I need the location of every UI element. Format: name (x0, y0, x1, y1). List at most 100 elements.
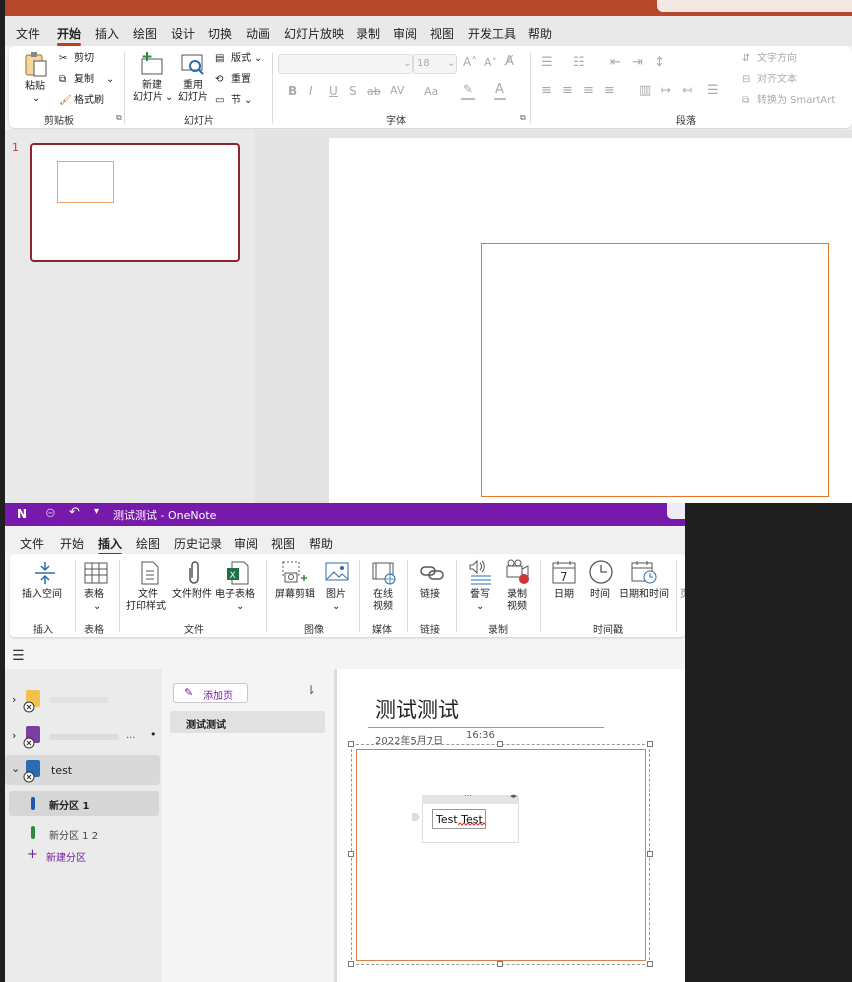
format-painter-button[interactable]: 格式刷 (74, 94, 104, 107)
chevron-down-icon[interactable]: ⌄ (106, 73, 114, 86)
shrink-font-icon[interactable]: A˅ (484, 56, 497, 69)
numbering-icon[interactable]: ☷ (573, 56, 585, 69)
section-item-active[interactable]: 新分区 1 (9, 791, 159, 816)
columns-icon[interactable]: ▥ (639, 84, 651, 97)
tab-file[interactable]: 文件 (16, 25, 40, 42)
section-item[interactable]: 新分区 1 2 (5, 822, 160, 844)
format-painter-icon[interactable]: 🖌 (59, 94, 72, 107)
dialog-launcher-icon[interactable]: ⧉ (520, 111, 526, 124)
notebook-item[interactable]: › (5, 685, 160, 715)
tab-home[interactable]: 开始 (60, 535, 84, 552)
online-video-label-2[interactable]: 视频 (373, 600, 393, 613)
insert-space-button[interactable]: 插入空间 (22, 588, 62, 601)
reset-button[interactable]: 重置 (231, 73, 251, 86)
chevron-down-icon[interactable]: ⌄ (32, 92, 40, 105)
hamburger-menu-icon[interactable]: ☰ (12, 648, 25, 664)
screen-clipping-button[interactable]: 屏幕剪辑 (275, 588, 315, 601)
chevron-down-icon[interactable]: ⌄ (93, 600, 101, 613)
align-right-icon[interactable]: ≡ (583, 84, 594, 97)
chevron-down-icon[interactable]: ⌄ (447, 57, 455, 70)
tab-insert[interactable]: 插入 (98, 535, 123, 556)
file-printout-label-2[interactable]: 打印样式 (126, 600, 166, 613)
cut-button[interactable]: 剪切 (74, 52, 94, 65)
note-container-handle[interactable]: ⋯ ◂▸ (422, 791, 519, 804)
smartart-icon[interactable]: ⧉ (742, 94, 749, 107)
slide-placeholder-shape[interactable] (481, 243, 829, 497)
align-center-icon[interactable]: ≡ (562, 84, 573, 97)
date-button[interactable]: 日期 (554, 588, 574, 601)
embedded-image[interactable] (356, 749, 646, 961)
char-spacing-button[interactable]: AV (390, 84, 404, 97)
excel-icon[interactable]: X (226, 560, 250, 586)
chevron-down-icon[interactable]: ⌄ (254, 52, 262, 65)
reuse-slides-icon[interactable] (180, 51, 206, 77)
tab-review[interactable]: 审阅 (234, 535, 258, 552)
tab-home[interactable]: 开始 (57, 25, 82, 46)
ltr-icon[interactable]: ↦ (661, 84, 671, 97)
chevron-down-icon[interactable]: ⌄ (165, 91, 173, 104)
rtl-icon[interactable]: ↤ (682, 84, 692, 97)
dictate-icon[interactable] (467, 558, 495, 586)
resize-handle[interactable] (647, 851, 653, 857)
scissors-icon[interactable]: ✂ (59, 52, 67, 65)
online-video-icon[interactable] (371, 560, 397, 586)
copy-button[interactable]: 复制 (74, 73, 94, 86)
section-button[interactable]: 节 (231, 94, 241, 107)
decrease-indent-icon[interactable]: ⇤ (610, 56, 621, 69)
font-name-dropdown[interactable] (278, 54, 413, 74)
chevron-down-icon[interactable]: ⌄ (11, 762, 20, 775)
font-color-button[interactable]: A (495, 83, 504, 96)
text-direction-button[interactable]: 文字方向 (757, 52, 797, 65)
highlight-pen-icon[interactable]: ✎ (463, 83, 473, 96)
resize-arrows-icon[interactable]: ◂▸ (510, 792, 517, 800)
chevron-down-icon[interactable]: ⌄ (244, 94, 252, 107)
tab-help[interactable]: 帮助 (528, 25, 552, 42)
new-slide-label-2[interactable]: 幻灯片 (133, 91, 163, 104)
notebook-item[interactable]: › ... • (5, 721, 160, 751)
chevron-down-icon[interactable]: ⌄ (403, 57, 411, 70)
reset-icon[interactable]: ⟲ (215, 73, 223, 86)
clock-icon[interactable] (588, 559, 614, 585)
notebook-item-test[interactable]: ⌄ test (5, 755, 160, 785)
tab-slideshow[interactable]: 幻灯片放映 (284, 25, 344, 42)
add-page-button[interactable]: ✎ 添加页 (173, 683, 248, 703)
change-case-button[interactable]: Aa (424, 85, 438, 98)
chevron-down-icon[interactable]: ⌄ (236, 600, 244, 613)
date-time-button[interactable]: 日期和时间 (619, 588, 669, 601)
resize-handle[interactable] (647, 961, 653, 967)
tab-view[interactable]: 视图 (271, 535, 295, 552)
spreadsheet-button[interactable]: 电子表格 (215, 588, 255, 601)
resize-handle[interactable] (348, 741, 354, 747)
link-button[interactable]: 链接 (420, 588, 440, 601)
resize-handle[interactable] (497, 961, 503, 967)
onenote-search-box[interactable] (667, 503, 685, 519)
page-list-item[interactable]: 测试测试 (170, 711, 325, 733)
tab-design[interactable]: 设计 (171, 25, 195, 42)
date-time-icon[interactable] (630, 559, 658, 585)
chevron-down-icon[interactable]: ▾ (94, 506, 99, 517)
strikethrough-button[interactable]: ab (367, 85, 381, 98)
record-video-label-2[interactable]: 视频 (507, 600, 527, 613)
text-direction-icon[interactable]: ⇵ (742, 52, 750, 65)
time-button[interactable]: 时间 (590, 588, 610, 601)
tab-transitions[interactable]: 切换 (208, 25, 232, 42)
chevron-right-icon[interactable]: › (12, 693, 16, 706)
calendar-icon[interactable]: 7 (551, 559, 577, 585)
bold-button[interactable]: B (288, 85, 297, 98)
chevron-right-icon[interactable]: › (12, 729, 16, 742)
align-left-icon[interactable]: ≡ (541, 84, 552, 97)
new-slide-icon[interactable] (139, 51, 165, 77)
clear-format-icon[interactable]: A̸ (505, 55, 514, 68)
record-video-icon[interactable] (504, 558, 532, 586)
paste-icon[interactable] (23, 51, 49, 79)
reuse-label-2[interactable]: 幻灯片 (178, 91, 208, 104)
tab-record[interactable]: 录制 (356, 25, 380, 42)
copy-icon[interactable]: ⧉ (59, 73, 66, 86)
table-icon[interactable] (83, 560, 109, 586)
underline-button[interactable]: U (329, 85, 338, 98)
resize-handle[interactable] (348, 961, 354, 967)
sort-icon[interactable]: ⇂ (306, 683, 316, 697)
resize-handle[interactable] (497, 741, 503, 747)
insert-space-icon[interactable] (32, 560, 58, 586)
dialog-launcher-icon[interactable]: ⧉ (116, 111, 122, 124)
